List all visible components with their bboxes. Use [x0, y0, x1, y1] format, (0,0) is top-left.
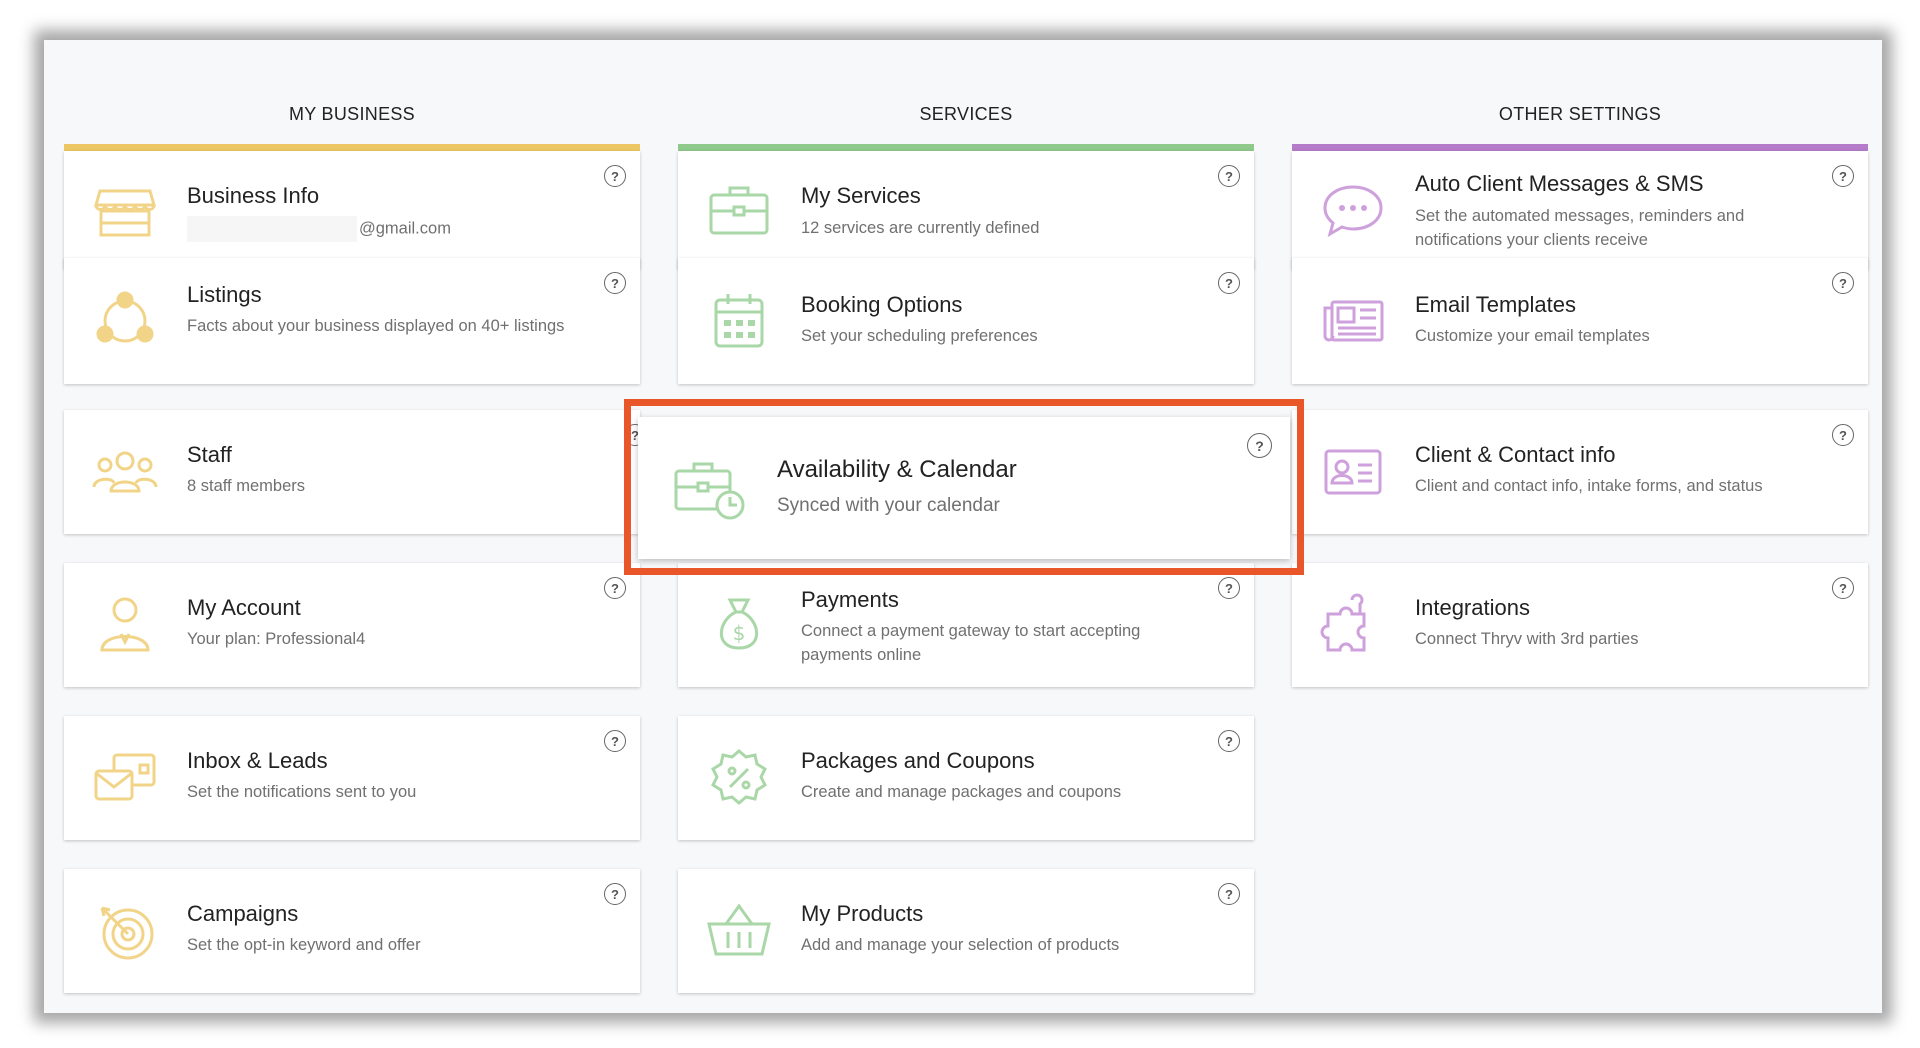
svg-text:$: $: [733, 621, 746, 645]
card-booking-options[interactable]: Booking Options Set your scheduling pref…: [678, 258, 1254, 384]
card-description: Add and manage your selection of product…: [801, 936, 1120, 954]
puzzle-icon: [1320, 592, 1386, 658]
chat-bubble-icon: [1320, 177, 1386, 243]
redacted-email: [187, 216, 357, 242]
card-my-account[interactable]: My Account Your plan: Professional4 ?: [64, 563, 640, 687]
card-title: Payments: [801, 587, 899, 612]
help-icon[interactable]: ?: [1832, 577, 1854, 599]
column-header-services: SERVICES: [919, 104, 1013, 124]
card-staff[interactable]: Staff 8 staff members ?: [64, 410, 646, 534]
card-description: 8 staff members: [187, 477, 305, 495]
newspaper-icon: [1320, 288, 1386, 354]
calendar-icon: [706, 288, 772, 354]
help-icon[interactable]: ?: [1832, 272, 1854, 294]
card-description: Set the automated messages, reminders an…: [1415, 207, 1745, 249]
card-my-products[interactable]: My Products Add and manage your selectio…: [678, 869, 1254, 993]
card-title: My Services: [801, 183, 921, 208]
people-icon: [92, 439, 158, 505]
card-title: Staff: [187, 442, 232, 467]
help-icon[interactable]: ?: [1247, 433, 1272, 458]
card-title: Packages and Coupons: [801, 748, 1035, 773]
card-title: Inbox & Leads: [187, 748, 328, 773]
id-card-icon: [1320, 439, 1386, 505]
card-title: Listings: [187, 282, 262, 307]
card-title: Business Info: [187, 183, 320, 208]
card-description: Synced with your calendar: [777, 495, 1000, 516]
card-title: My Products: [801, 901, 924, 926]
card-description: Set your scheduling preferences: [801, 327, 1038, 345]
coupon-icon: [706, 745, 772, 811]
card-description: Connect a payment gateway to start accep…: [801, 622, 1141, 664]
card-inbox-leads[interactable]: Inbox & Leads Set the notifications sent…: [64, 716, 640, 840]
card-description: Set the opt-in keyword and offer: [187, 936, 421, 954]
briefcase-clock-icon: [672, 455, 746, 521]
card-description: Facts about your business displayed on 4…: [187, 317, 565, 335]
card-title: Client & Contact info: [1415, 442, 1616, 467]
help-icon[interactable]: ?: [1218, 272, 1240, 294]
help-icon[interactable]: ?: [1218, 730, 1240, 752]
help-icon[interactable]: ?: [1218, 577, 1240, 599]
help-icon[interactable]: ?: [1218, 165, 1240, 187]
card-description: Customize your email templates: [1415, 327, 1650, 345]
column-accent-bar: [64, 144, 640, 151]
briefcase-icon: [706, 177, 772, 243]
help-icon[interactable]: ?: [604, 883, 626, 905]
card-packages-coupons[interactable]: Packages and Coupons Create and manage p…: [678, 716, 1254, 840]
help-icon[interactable]: ?: [1218, 883, 1240, 905]
help-icon[interactable]: ?: [1832, 165, 1854, 187]
card-title: Booking Options: [801, 292, 963, 317]
card-integrations[interactable]: Integrations Connect Thryv with 3rd part…: [1292, 563, 1868, 687]
target-icon: [92, 898, 158, 964]
card-description: @gmail.com: [187, 216, 577, 242]
card-description: Set the notifications sent to you: [187, 783, 417, 801]
help-icon[interactable]: ?: [604, 730, 626, 752]
card-campaigns[interactable]: Campaigns Set the opt-in keyword and off…: [64, 869, 640, 993]
card-email-templates[interactable]: Email Templates Customize your email tem…: [1292, 258, 1868, 384]
card-availability-calendar[interactable]: Availability & Calendar Synced with your…: [638, 417, 1290, 559]
column-accent-bar: [1292, 144, 1868, 151]
card-client-contact-info[interactable]: Client & Contact info Client and contact…: [1292, 410, 1868, 534]
column-header-other-settings: OTHER SETTINGS: [1498, 104, 1662, 124]
card-title: Auto Client Messages & SMS: [1415, 171, 1704, 196]
help-icon[interactable]: ?: [604, 577, 626, 599]
help-icon[interactable]: ?: [604, 272, 626, 294]
card-title: Availability & Calendar: [777, 456, 1017, 483]
card-business-info[interactable]: Business Info @gmail.com ?: [64, 151, 640, 269]
card-title: My Account: [187, 595, 301, 620]
card-auto-client-messages[interactable]: Auto Client Messages & SMS Set the autom…: [1292, 151, 1868, 269]
card-my-services[interactable]: My Services 12 services are currently de…: [678, 151, 1254, 269]
mail-card-icon: [92, 745, 158, 811]
column-header-my-business: MY BUSINESS: [288, 104, 415, 124]
card-description: 12 services are currently defined: [801, 219, 1040, 237]
card-title: Campaigns: [187, 901, 299, 926]
help-icon[interactable]: ?: [1832, 424, 1854, 446]
card-description: Your plan: Professional4: [187, 630, 366, 648]
card-title: Email Templates: [1415, 292, 1576, 317]
card-payments[interactable]: $ Payments Connect a payment gateway to …: [678, 563, 1254, 687]
basket-icon: [706, 898, 772, 964]
card-listings[interactable]: Listings Facts about your business displ…: [64, 258, 640, 384]
column-accent-bar: [678, 144, 1254, 151]
card-description: Create and manage packages and coupons: [801, 783, 1122, 801]
help-icon[interactable]: ?: [604, 165, 626, 187]
card-description: Connect Thryv with 3rd parties: [1415, 630, 1639, 648]
storefront-icon: [92, 177, 158, 243]
card-description: Client and contact info, intake forms, a…: [1415, 477, 1763, 495]
network-icon: [92, 288, 158, 354]
user-tie-icon: [92, 592, 158, 658]
money-bag-icon: $: [706, 592, 772, 658]
card-title: Integrations: [1415, 595, 1530, 620]
